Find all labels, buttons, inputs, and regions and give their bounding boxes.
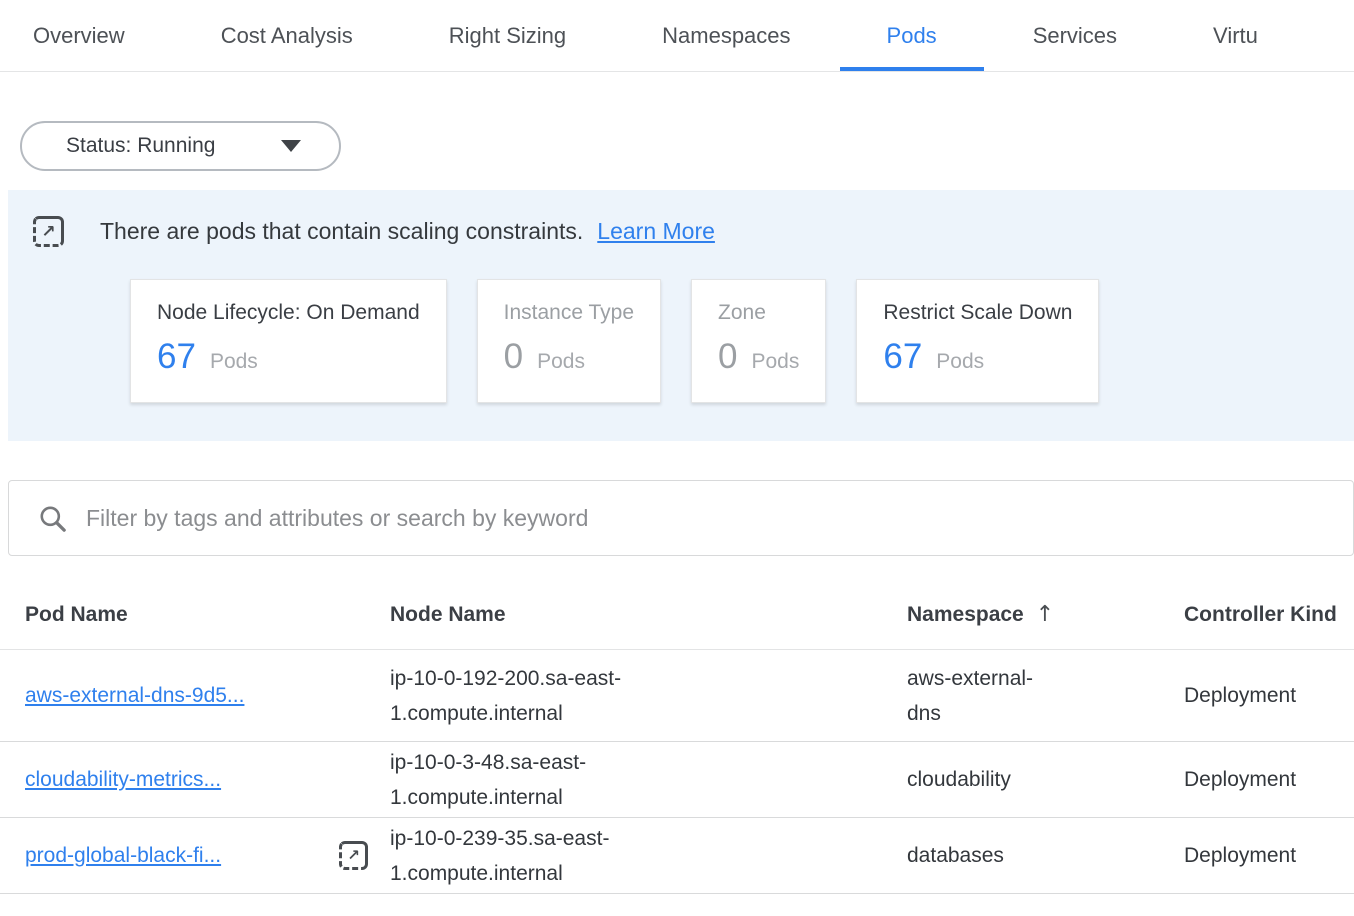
tab-bar: Overview Cost Analysis Right Sizing Name… — [0, 0, 1354, 72]
column-header-pod-name[interactable]: Pod Name — [25, 603, 390, 627]
sort-ascending-icon: ↑ — [1036, 602, 1054, 627]
card-unit: Pods — [936, 350, 984, 374]
card-instance-type[interactable]: Instance Type 0 Pods — [477, 279, 661, 403]
filter-search-bar — [8, 480, 1354, 556]
card-title: Zone — [718, 301, 799, 325]
search-icon — [37, 503, 68, 534]
card-title: Instance Type — [504, 301, 634, 325]
namespace-cell: cloudability — [907, 762, 1184, 797]
status-filter-label: Status: Running — [66, 134, 215, 158]
node-name-cell: ip-10-0-239-35.sa-east-1.compute.interna… — [390, 821, 907, 891]
scale-out-icon: ↗ — [339, 841, 368, 870]
chevron-down-icon — [281, 140, 301, 152]
column-header-controller-kind[interactable]: Controller Kind — [1184, 603, 1354, 627]
pod-name-link[interactable]: cloudability-metrics... — [25, 762, 221, 797]
table-row: cloudability-metrics... ip-10-0-3-48.sa-… — [0, 742, 1354, 818]
controller-kind-cell: Deployment — [1184, 838, 1354, 873]
learn-more-link[interactable]: Learn More — [597, 218, 715, 245]
namespace-cell: databases — [907, 838, 1184, 873]
tab-namespaces[interactable]: Namespaces — [662, 0, 790, 71]
card-zone[interactable]: Zone 0 Pods — [691, 279, 826, 403]
tab-pods[interactable]: Pods — [887, 0, 937, 71]
tab-right-sizing[interactable]: Right Sizing — [449, 0, 566, 71]
card-value: 0 — [718, 337, 737, 377]
constraint-cards: Node Lifecycle: On Demand 67 Pods Instan… — [130, 279, 1354, 403]
column-header-namespace[interactable]: Namespace ↑ — [907, 602, 1184, 627]
node-name-cell: ip-10-0-3-48.sa-east-1.compute.internal — [390, 745, 907, 815]
card-unit: Pods — [537, 350, 585, 374]
tab-services[interactable]: Services — [1033, 0, 1117, 71]
table-header: Pod Name Node Name Namespace ↑ Controlle… — [0, 556, 1354, 650]
tab-cost-analysis[interactable]: Cost Analysis — [221, 0, 353, 71]
status-filter-dropdown[interactable]: Status: Running — [20, 121, 341, 171]
banner-message: There are pods that contain scaling cons… — [100, 218, 583, 245]
card-restrict-scale-down[interactable]: Restrict Scale Down 67 Pods — [856, 279, 1099, 403]
pod-name-link[interactable]: aws-external-dns-9d5... — [25, 678, 244, 713]
column-header-node-name[interactable]: Node Name — [390, 603, 907, 627]
controller-kind-cell: Deployment — [1184, 678, 1354, 713]
card-node-lifecycle[interactable]: Node Lifecycle: On Demand 67 Pods — [130, 279, 447, 403]
card-value: 67 — [883, 337, 922, 377]
table-row: prod-global-black-fi... ↗ ip-10-0-239-35… — [0, 818, 1354, 894]
tab-virtual[interactable]: Virtu — [1213, 0, 1258, 71]
search-input[interactable] — [86, 505, 1353, 532]
scaling-constraints-banner: ↗ There are pods that contain scaling co… — [8, 190, 1354, 441]
namespace-cell: aws-external-dns — [907, 661, 1184, 731]
card-value: 0 — [504, 337, 523, 377]
node-name-cell: ip-10-0-192-200.sa-east-1.compute.intern… — [390, 661, 907, 731]
table-row: aws-external-dns-9d5... ip-10-0-192-200.… — [0, 650, 1354, 742]
card-value: 67 — [157, 337, 196, 377]
tab-overview[interactable]: Overview — [33, 0, 125, 71]
card-title: Node Lifecycle: On Demand — [157, 301, 420, 325]
card-title: Restrict Scale Down — [883, 301, 1072, 325]
card-unit: Pods — [751, 350, 799, 374]
scale-out-icon: ↗ — [33, 216, 64, 247]
pod-name-link[interactable]: prod-global-black-fi... — [25, 838, 221, 873]
card-unit: Pods — [210, 350, 258, 374]
banner-header: ↗ There are pods that contain scaling co… — [33, 216, 1354, 247]
controller-kind-cell: Deployment — [1184, 762, 1354, 797]
pods-table: Pod Name Node Name Namespace ↑ Controlle… — [0, 556, 1354, 894]
